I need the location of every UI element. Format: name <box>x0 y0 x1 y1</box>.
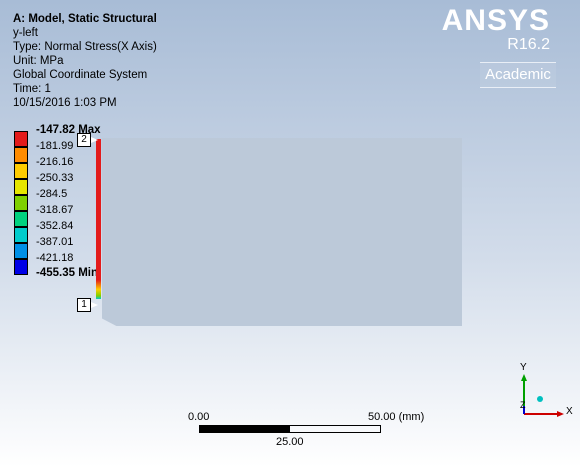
legend-value: -318.67 <box>36 204 74 216</box>
legend-value: -421.18 <box>36 252 74 264</box>
legend-swatch <box>14 179 28 195</box>
legend-swatch <box>14 243 28 259</box>
legend-swatch <box>14 163 28 179</box>
legend-value: -250.33 <box>36 172 74 184</box>
ansys-logo: ANSYS R16.2 Academic <box>441 4 556 88</box>
triad-z-label: Z <box>520 400 526 410</box>
triad-x-label: X <box>566 406 573 417</box>
result-timestamp: 10/15/2016 1:03 PM <box>13 97 117 109</box>
coordinate-system: Global Coordinate System <box>13 69 148 81</box>
legend-swatch <box>14 227 28 243</box>
legend-swatch <box>14 259 28 275</box>
legend-value: -216.16 <box>36 156 74 168</box>
probe-label-min[interactable]: 1 <box>77 298 98 312</box>
brand-edition: Academic <box>480 62 556 88</box>
legend-swatch <box>14 147 28 163</box>
result-name: y-left <box>13 27 38 39</box>
stress-contour-edge[interactable] <box>96 139 101 299</box>
legend-min-label: -455.35 Min <box>36 267 98 279</box>
coordinate-triad[interactable]: Y X Z <box>510 362 574 424</box>
legend-swatch <box>14 211 28 227</box>
brand-name: ANSYS <box>441 4 550 37</box>
legend-value: -284.5 <box>36 188 68 200</box>
legend-swatch <box>14 195 28 211</box>
result-info: A: Model, Static Structural y-left Type:… <box>13 12 157 110</box>
brand-version: R16.2 <box>507 36 550 53</box>
scale-mid-label: 25.00 <box>276 436 304 448</box>
legend-value: -387.01 <box>36 236 74 248</box>
analysis-title: A: Model, Static Structural <box>13 13 157 25</box>
result-unit: Unit: MPa <box>13 55 64 67</box>
scale-start-label: 0.00 <box>188 411 210 423</box>
scale-ruler <box>199 425 381 433</box>
result-type: Type: Normal Stress(X Axis) <box>13 41 157 53</box>
triad-y-label: Y <box>520 362 527 373</box>
model-body[interactable] <box>102 138 462 326</box>
legend-value: -181.99 <box>36 140 74 152</box>
legend-value: -352.84 <box>36 220 74 232</box>
result-time: Time: 1 <box>13 83 51 95</box>
probe-label-max[interactable]: 2 <box>77 133 98 147</box>
legend-swatch <box>14 131 28 147</box>
scale-end-label: 50.00 (mm) <box>368 411 425 423</box>
